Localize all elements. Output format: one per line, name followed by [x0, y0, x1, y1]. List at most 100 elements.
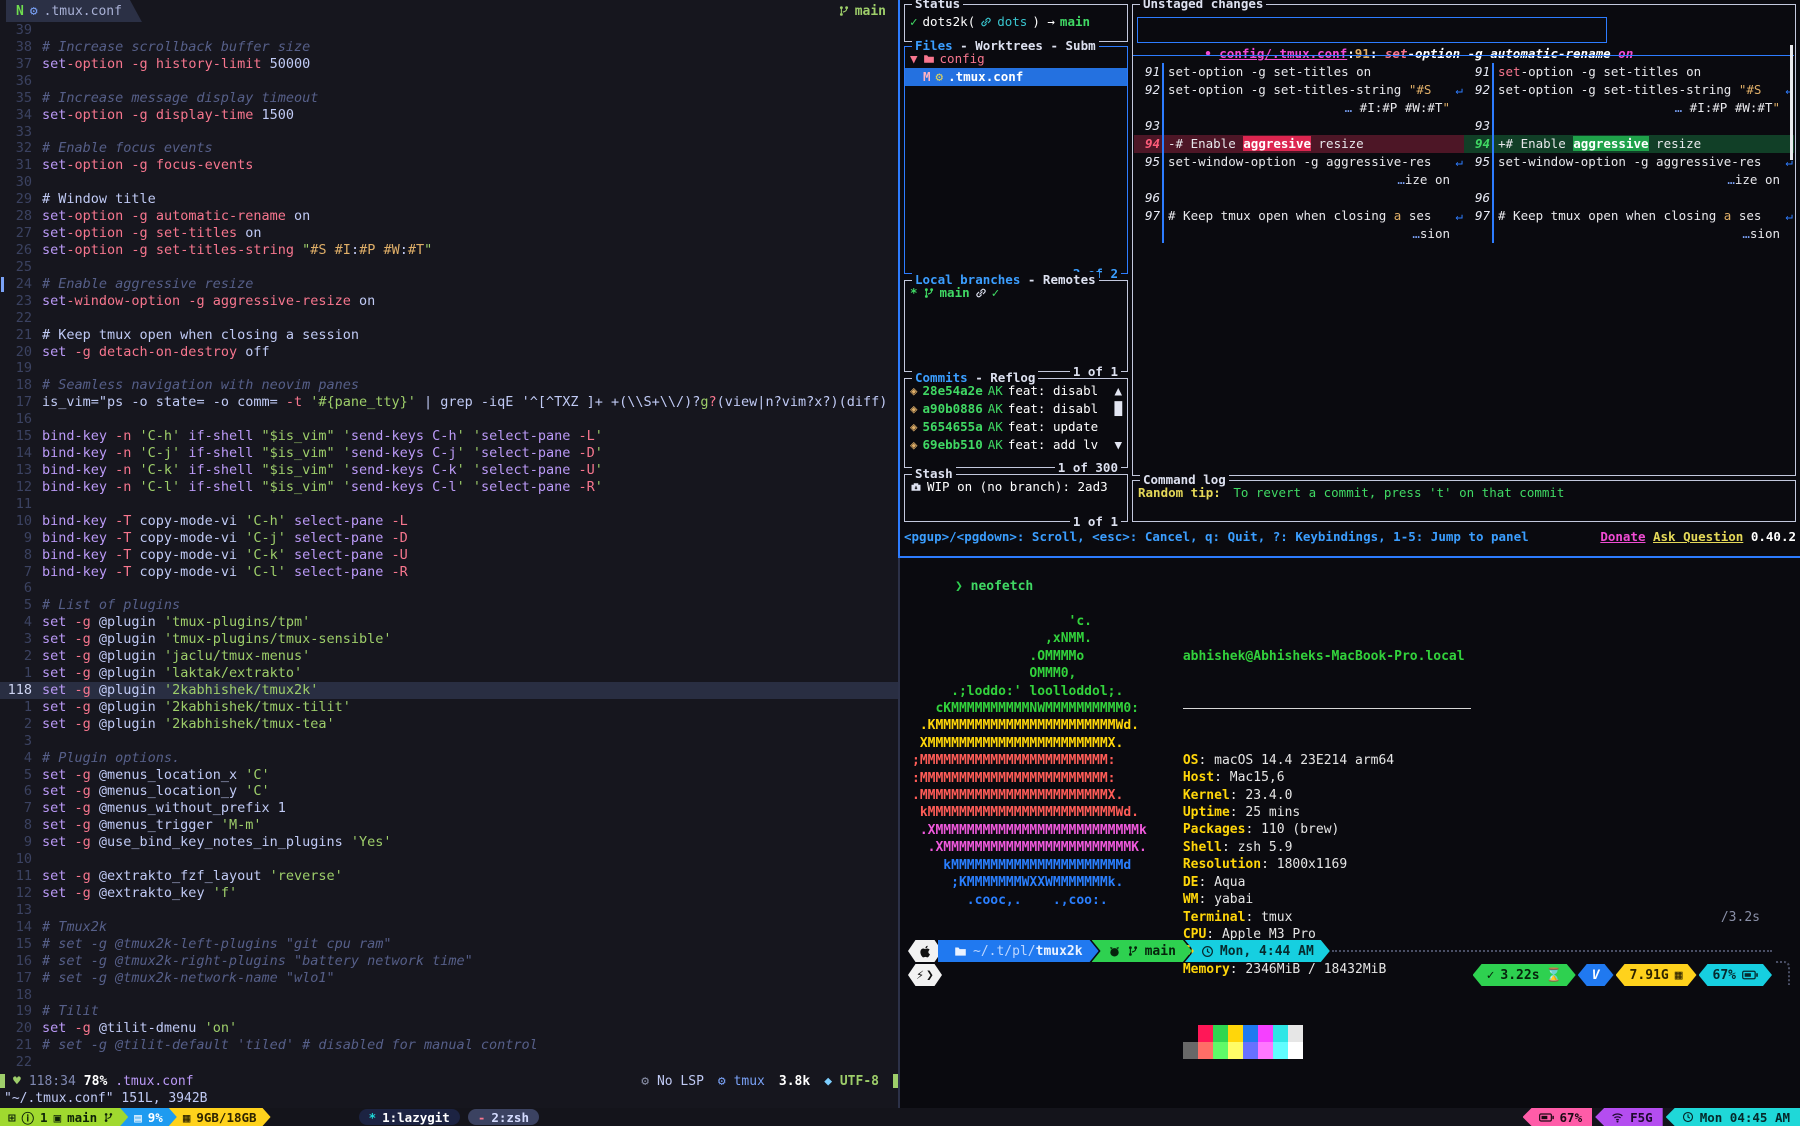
commits-scrollbar[interactable]: ▼ [1114, 436, 1122, 454]
code-line[interactable]: 16# set -g @tmux2k-right-plugins "batter… [0, 953, 898, 970]
ask-question-link[interactable]: Ask Question [1653, 529, 1743, 544]
editor-buffer[interactable]: 3938# Increase scrollback buffer size37s… [0, 22, 898, 1072]
diff-row[interactable]: 92set-option -g set-titles-string "#S↵92… [1134, 81, 1794, 99]
code-line[interactable]: 17is_vim="ps -o state= -o comm= -t '#{pa… [0, 394, 898, 411]
lazygit-files-panel[interactable]: Files - Worktrees - Subm ▼ config M ⚙ .t… [904, 46, 1128, 274]
diff-row[interactable]: 94-# Enable aggresive resize94+# Enable … [1134, 135, 1794, 153]
cwd-segment[interactable]: ~/.t/pl/tmux2k [938, 940, 1099, 962]
code-line[interactable]: 8set -g @menus_trigger 'M-m' [0, 817, 898, 834]
code-line[interactable]: 2set -g @plugin '2kabhishek/tmux-tea' [0, 716, 898, 733]
code-line[interactable]: 33 [0, 124, 898, 141]
diff-row[interactable]: 91set-option -g set-titles on91set-optio… [1134, 63, 1794, 81]
code-line[interactable]: 28set-option -g automatic-rename on [0, 208, 898, 225]
code-line[interactable]: 6 [0, 580, 898, 597]
code-line[interactable]: 118set -g @plugin '2kabhishek/tmux2k' [0, 682, 898, 699]
diff-scrollbar[interactable] [1790, 45, 1793, 160]
lazygit-status-panel[interactable]: Status ✓dots2k(dots) →main [904, 4, 1128, 42]
terminal-pane[interactable]: ❯ neofetch 'c. ,xNMM. .OMMMMo OMMM0, .;l… [900, 558, 1800, 1108]
code-line[interactable]: 6set -g @menus_location_y 'C' [0, 783, 898, 800]
diff-row[interactable]: 9393 [1134, 117, 1794, 135]
code-line[interactable]: 22 [0, 310, 898, 327]
tmux-window-lazygit[interactable]: *1:lazygit [359, 1109, 460, 1125]
lazygit-stash-panel[interactable]: Stash WIP on (no branch): 2ad3 1 of 1 [904, 474, 1128, 522]
code-line[interactable]: 25 [0, 259, 898, 276]
code-line[interactable]: 22 [0, 1054, 898, 1071]
commits-scrollbar[interactable] [1114, 418, 1122, 436]
diff-row[interactable]: …ize on…ize on [1134, 171, 1794, 189]
lazygit-branches-panel[interactable]: Local branches - Remotes * main ✓ 1 of 1 [904, 280, 1128, 372]
lazygit-pane[interactable]: Status ✓dots2k(dots) →main Files - Workt… [900, 0, 1800, 556]
code-line[interactable]: 20set -g @tilit-dmenu 'on' [0, 1020, 898, 1037]
code-line[interactable]: 1set -g @plugin 'laktak/extrakto' [0, 665, 898, 682]
code-line[interactable]: 20set -g detach-on-destroy off [0, 344, 898, 361]
code-line[interactable]: 5# List of plugins [0, 597, 898, 614]
commit-row[interactable]: ◈69ebb510AKfeat: add lv▼ [905, 436, 1127, 454]
code-line[interactable]: 36 [0, 73, 898, 90]
code-line[interactable]: 2set -g @plugin 'jaclu/tmux-menus' [0, 648, 898, 665]
code-line[interactable]: 10bind-key -T copy-mode-vi 'C-h' select-… [0, 513, 898, 530]
code-line[interactable]: 38# Increase scrollback buffer size [0, 39, 898, 56]
code-line[interactable]: 21# Keep tmux open when closing a sessio… [0, 327, 898, 344]
lazygit-main-panel[interactable]: Unstaged changes • config/.tmux.conf:91:… [1132, 4, 1796, 476]
donate-link[interactable]: Donate [1600, 529, 1645, 544]
code-line[interactable]: 14# Tmux2k [0, 919, 898, 936]
code-line[interactable]: 23set-window-option -g aggressive-resize… [0, 293, 898, 310]
code-line[interactable]: 3set -g @plugin 'tmux-plugins/tmux-sensi… [0, 631, 898, 648]
code-line[interactable]: 15bind-key -n 'C-h' if-shell "$is_vim" '… [0, 428, 898, 445]
code-line[interactable]: 8bind-key -T copy-mode-vi 'C-k' select-p… [0, 547, 898, 564]
code-line[interactable]: 7set -g @menus_without_prefix 1 [0, 800, 898, 817]
code-line[interactable]: 17# set -g @tmux2k-network-name "wlo1" [0, 970, 898, 987]
code-line[interactable]: 26set-option -g set-titles-string "#S #I… [0, 242, 898, 259]
git-segment[interactable]: main [1092, 940, 1192, 962]
code-line[interactable]: 21# set -g @tilit-default 'tiled' # disa… [0, 1037, 898, 1054]
diff-row[interactable]: … #I:#P #W:#T"… #I:#P #W:#T" [1134, 99, 1794, 117]
code-line[interactable]: 37set-option -g history-limit 50000 [0, 56, 898, 73]
code-line[interactable]: 1set -g @plugin '2kabhishek/tmux-tilit' [0, 699, 898, 716]
code-line[interactable]: 9bind-key -T copy-mode-vi 'C-j' select-p… [0, 530, 898, 547]
diff-row[interactable]: 9696 [1134, 189, 1794, 207]
code-line[interactable]: 30 [0, 174, 898, 191]
code-line[interactable]: 10 [0, 851, 898, 868]
diff-row[interactable]: 95set-window-option -g aggressive-res↵95… [1134, 153, 1794, 171]
commit-row[interactable]: ◈a90b0886AKfeat: disabl█ [905, 400, 1127, 418]
diff-view[interactable]: 91set-option -g set-titles on91set-optio… [1134, 63, 1794, 243]
diff-section-header[interactable]: • config/.tmux.conf:91: set-option -g au… [1137, 17, 1607, 43]
diff-row[interactable]: …sion…sion [1134, 225, 1794, 243]
commits-scrollbar[interactable]: ▲ [1114, 382, 1122, 400]
code-line[interactable]: 14bind-key -n 'C-j' if-shell "$is_vim" '… [0, 445, 898, 462]
code-line[interactable]: 24# Enable aggressive resize [0, 276, 898, 293]
code-line[interactable]: 7bind-key -T copy-mode-vi 'C-l' select-p… [0, 564, 898, 581]
code-line[interactable]: 39 [0, 22, 898, 39]
code-line[interactable]: 5set -g @menus_location_x 'C' [0, 767, 898, 784]
session-segment[interactable]: ⊞ⓘ1▣main [0, 1108, 128, 1126]
code-line[interactable]: 12bind-key -n 'C-l' if-shell "$is_vim" '… [0, 479, 898, 496]
code-line[interactable]: 19 [0, 360, 898, 377]
lazygit-commits-panel[interactable]: Commits - Reflog ◈28e54a2eAKfeat: disabl… [904, 378, 1128, 468]
code-line[interactable]: 13bind-key -n 'C-k' if-shell "$is_vim" '… [0, 462, 898, 479]
code-line[interactable]: 32# Enable focus events [0, 140, 898, 157]
code-line[interactable]: 35# Increase message display timeout [0, 90, 898, 107]
code-line[interactable]: 29# Window title [0, 191, 898, 208]
code-line[interactable]: 4set -g @plugin 'tmux-plugins/tpm' [0, 614, 898, 631]
code-line[interactable]: 11 [0, 496, 898, 513]
commit-list[interactable]: ◈28e54a2eAKfeat: disabl▲◈a90b0886AKfeat:… [905, 382, 1127, 454]
code-line[interactable]: 18 [0, 987, 898, 1004]
code-line[interactable]: 27set-option -g set-titles on [0, 225, 898, 242]
code-line[interactable]: 4# Plugin options. [0, 750, 898, 767]
code-line[interactable]: 9set -g @use_bind_key_notes_in_plugins '… [0, 834, 898, 851]
code-line[interactable]: 11set -g @extrakto_fzf_layout 'reverse' [0, 868, 898, 885]
code-line[interactable]: 18# Seamless navigation with neovim pane… [0, 377, 898, 394]
code-line[interactable]: 31set-option -g focus-events [0, 157, 898, 174]
nvim-buffer-tab[interactable]: N ⚙ .tmux.conf [6, 0, 142, 22]
diff-row[interactable]: 97# Keep tmux open when closing a ses↵97… [1134, 207, 1794, 225]
code-line[interactable]: 16 [0, 411, 898, 428]
commit-row[interactable]: ◈5654655aAKfeat: update [905, 418, 1127, 436]
tmux-window-zsh[interactable]: -2:zsh [468, 1109, 539, 1125]
code-line[interactable]: 19# Tilit [0, 1003, 898, 1020]
code-line[interactable]: 34set-option -g display-time 1500 [0, 107, 898, 124]
nvim-pane[interactable]: N ⚙ .tmux.conf main 3938# Increase scrol… [0, 0, 898, 1108]
code-line[interactable]: 13 [0, 902, 898, 919]
code-line[interactable]: 15# set -g @tmux2k-left-plugins "git cpu… [0, 936, 898, 953]
code-line[interactable]: 12set -g @extrakto_key 'f' [0, 885, 898, 902]
code-line[interactable]: 3 [0, 733, 898, 750]
